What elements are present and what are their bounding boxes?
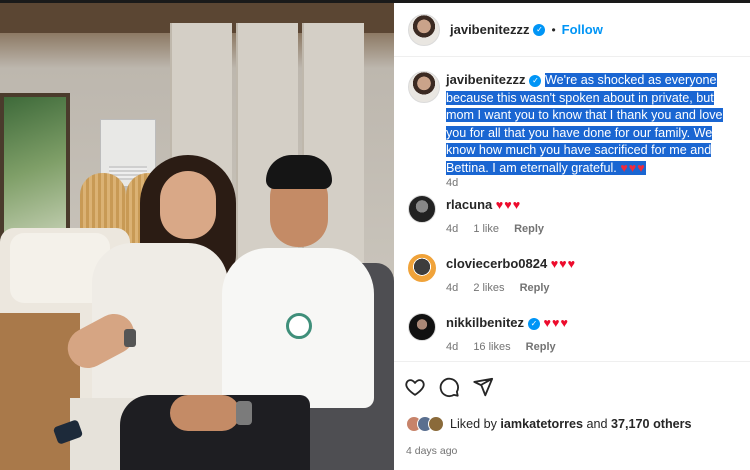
likes-joiner: and [586,417,608,431]
photo-wood-base [0,313,80,470]
comment-age: 4d [446,282,459,294]
woman-face [160,171,216,239]
comment-text: ♥♥♥ [543,316,569,330]
likes-prefix: Liked by [450,417,497,431]
liked-by-username[interactable]: iamkatetorres [500,417,583,431]
liker-avatar [428,416,444,432]
caption-body: We're as shocked as everyone because thi… [446,73,723,175]
comment-line: nikkilbenitez ✓ ♥♥♥ [446,315,569,330]
comment-username[interactable]: cloviecerbo0824 [446,256,547,271]
post-actions-bar: Liked by iamkatetorres and 37,170 others… [394,361,750,470]
caption-age: 4d [446,177,459,189]
header-separator: • [551,22,556,37]
comment-line: cloviecerbo0824 ♥♥♥ [446,256,576,271]
post-side-panel: javibenitezzz ✓ • Follow javibenitezzz ✓ … [394,3,750,470]
likes-summary[interactable]: Liked by iamkatetorres and 37,170 others [406,416,692,432]
verified-badge-icon: ✓ [528,317,541,330]
post-photo[interactable] [0,3,394,470]
comment-username[interactable]: nikkilbenitez [446,315,524,330]
comment-age: 4d [446,341,459,353]
man-hair [266,155,332,189]
caption-author-username[interactable]: javibenitezzz [446,72,525,87]
comment-bubble-icon[interactable] [438,376,460,398]
author-avatar[interactable] [408,13,440,46]
comment-meta: 4d 1 like Reply [446,223,556,235]
comment-meta: 4d 2 likes Reply [446,282,562,294]
follow-button[interactable]: Follow [562,22,603,37]
comment-age: 4d [446,223,459,235]
comment-line: rlacuna ♥♥♥ [446,197,521,212]
post-header: javibenitezzz ✓ • Follow [394,3,750,57]
man-hand [170,395,240,431]
paper-plane-icon[interactable] [472,376,494,398]
liker-avatars [406,416,444,432]
comments-section[interactable]: javibenitezzz ✓ We're as shocked as every… [394,57,750,361]
likes-others[interactable]: 37,170 others [611,417,692,431]
man-watch [236,401,252,425]
comment-likes[interactable]: 1 like [473,223,499,235]
caption-text: javibenitezzz ✓ We're as shocked as every… [446,71,742,177]
heart-outline-icon[interactable] [404,376,426,398]
reply-button[interactable]: Reply [520,282,550,294]
action-icons [404,376,494,398]
comment-likes[interactable]: 2 likes [473,282,504,294]
woman-watch [124,329,136,347]
caption-hearts: ♥♥♥ [620,160,646,175]
comment-meta: 4d 16 likes Reply [446,341,568,353]
comment-text: ♥♥♥ [550,257,577,271]
verified-badge-icon: ✓ [533,23,546,36]
author-username[interactable]: javibenitezzz [450,22,529,37]
commenter-avatar[interactable] [408,195,436,223]
reply-button[interactable]: Reply [514,223,544,235]
commenter-avatar[interactable] [408,313,436,341]
caption-selected-text: We're as shocked as everyone because thi… [446,73,723,175]
caption-author-avatar[interactable] [408,71,440,103]
reply-button[interactable]: Reply [526,341,556,353]
shirt-badge [286,313,312,339]
comment-text: ♥♥♥ [495,198,522,212]
comment-username[interactable]: rlacuna [446,197,492,212]
verified-badge-icon: ✓ [529,74,542,87]
comment-likes[interactable]: 16 likes [473,341,510,353]
post-timestamp[interactable]: 4 days ago [406,445,457,457]
commenter-avatar[interactable] [408,254,436,282]
